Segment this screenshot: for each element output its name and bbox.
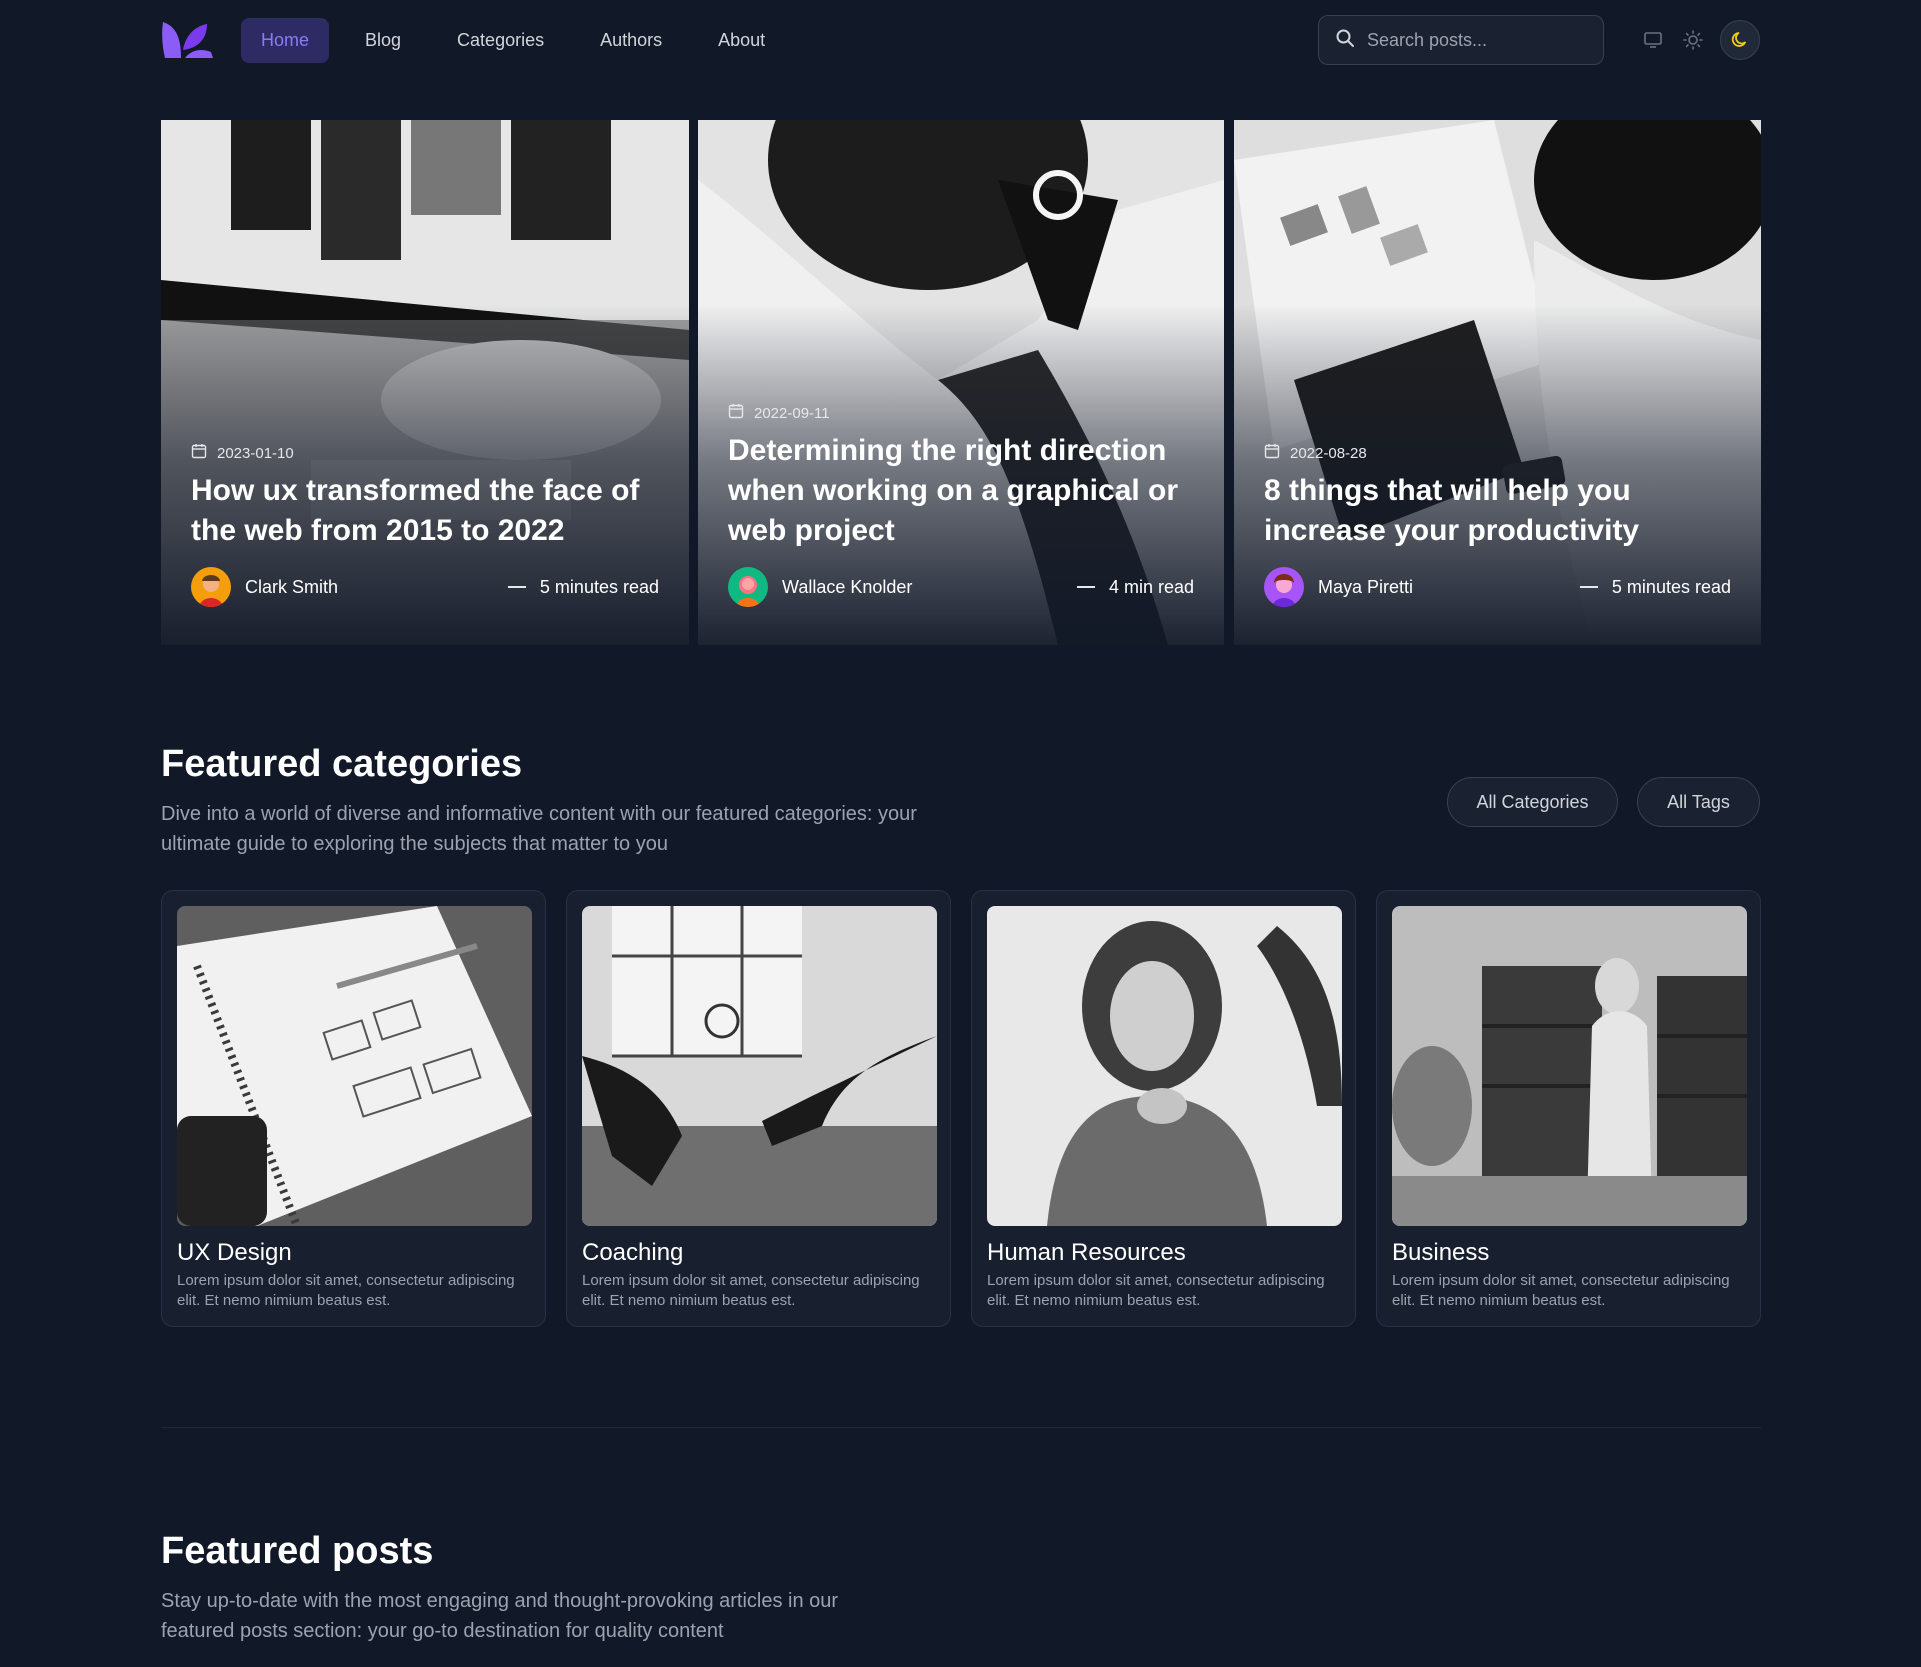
- read-time: 5 minutes read: [1611, 576, 1731, 597]
- featured-posts-description: Stay up-to-date with the most engaging a…: [161, 1590, 839, 1642]
- post-date: 2023-01-10: [217, 444, 294, 462]
- hero-card[interactable]: 2023-01-10 How ux transformed the face o…: [161, 120, 689, 645]
- calendar-icon: [191, 443, 207, 463]
- category-name: UX Design: [177, 1239, 292, 1266]
- author-name[interactable]: Clark Smith: [245, 577, 338, 598]
- category-card-coaching[interactable]: Coaching Lorem ipsum dolor sit amet, con…: [566, 890, 951, 1327]
- calendar-icon: [728, 403, 744, 423]
- calendar-icon: [1264, 443, 1280, 463]
- moon-icon[interactable]: [1720, 20, 1760, 60]
- read-time: 5 minutes read: [539, 576, 659, 597]
- category-image: [1392, 906, 1747, 1226]
- post-title[interactable]: How ux transformed the face of the web f…: [191, 471, 659, 551]
- featured-posts-title: Featured posts: [161, 1530, 434, 1572]
- category-description: Lorem ipsum dolor sit amet, consectetur …: [582, 1272, 920, 1309]
- category-name: Human Resources: [987, 1239, 1186, 1266]
- read-time: 4 min read: [1108, 576, 1194, 597]
- top-navbar: Home Blog Categories Authors About: [161, 14, 1760, 66]
- hero-card[interactable]: 2022-08-28 8 things that will help you i…: [1234, 120, 1761, 645]
- nav-home[interactable]: Home: [241, 17, 330, 63]
- category-description: Lorem ipsum dolor sit amet, consectetur …: [1392, 1272, 1730, 1309]
- featured-categories-title: Featured categories: [161, 743, 523, 785]
- nav-authors[interactable]: Authors: [580, 18, 682, 63]
- post-date: 2022-08-28: [1290, 444, 1367, 462]
- search-input[interactable]: [1367, 29, 1587, 51]
- theme-switcher: [1640, 20, 1760, 60]
- hero-card[interactable]: 2022-09-11 Determining the right directi…: [698, 120, 1224, 645]
- category-image: [177, 906, 532, 1226]
- post-title[interactable]: Determining the right direction when wor…: [728, 431, 1194, 551]
- search-box: [1318, 15, 1604, 65]
- search-icon: [1335, 28, 1355, 53]
- post-title[interactable]: 8 things that will help you increase you…: [1264, 471, 1731, 551]
- avatar[interactable]: [728, 567, 768, 607]
- category-card-business[interactable]: Business Lorem ipsum dolor sit amet, con…: [1376, 890, 1761, 1327]
- nav-blog[interactable]: Blog: [345, 18, 421, 63]
- category-description: Lorem ipsum dolor sit amet, consectetur …: [177, 1272, 515, 1309]
- category-name: Business: [1392, 1239, 1490, 1266]
- nav-categories[interactable]: Categories: [437, 18, 564, 63]
- all-tags-button[interactable]: All Tags: [1637, 777, 1760, 827]
- monitor-icon[interactable]: [1640, 27, 1666, 53]
- author-name[interactable]: Maya Piretti: [1318, 577, 1413, 598]
- leaf-logo-icon[interactable]: [161, 18, 213, 62]
- sun-icon[interactable]: [1680, 27, 1706, 53]
- category-image: [987, 906, 1342, 1226]
- main-nav: Home Blog Categories Authors About: [241, 17, 785, 63]
- section-divider: [161, 1427, 1761, 1428]
- author-name[interactable]: Wallace Knolder: [782, 577, 912, 598]
- post-date: 2022-09-11: [754, 404, 830, 422]
- avatar[interactable]: [1264, 567, 1304, 607]
- page: Home Blog Categories Authors About Searc…: [0, 0, 1921, 1667]
- nav-about[interactable]: About: [698, 18, 785, 63]
- all-categories-button[interactable]: All Categories: [1447, 777, 1618, 827]
- category-name: Coaching: [582, 1239, 684, 1266]
- featured-categories-description: Dive into a world of diverse and informa…: [161, 803, 917, 855]
- category-card-human-resources[interactable]: Human Resources Lorem ipsum dolor sit am…: [971, 890, 1356, 1327]
- category-description: Lorem ipsum dolor sit amet, consectetur …: [987, 1272, 1325, 1309]
- category-image: [582, 906, 937, 1226]
- hero-posts: 2023-01-10 How ux transformed the face o…: [161, 120, 1761, 645]
- avatar[interactable]: [191, 567, 231, 607]
- category-card-ux-design[interactable]: UX Design Lorem ipsum dolor sit amet, co…: [161, 890, 546, 1327]
